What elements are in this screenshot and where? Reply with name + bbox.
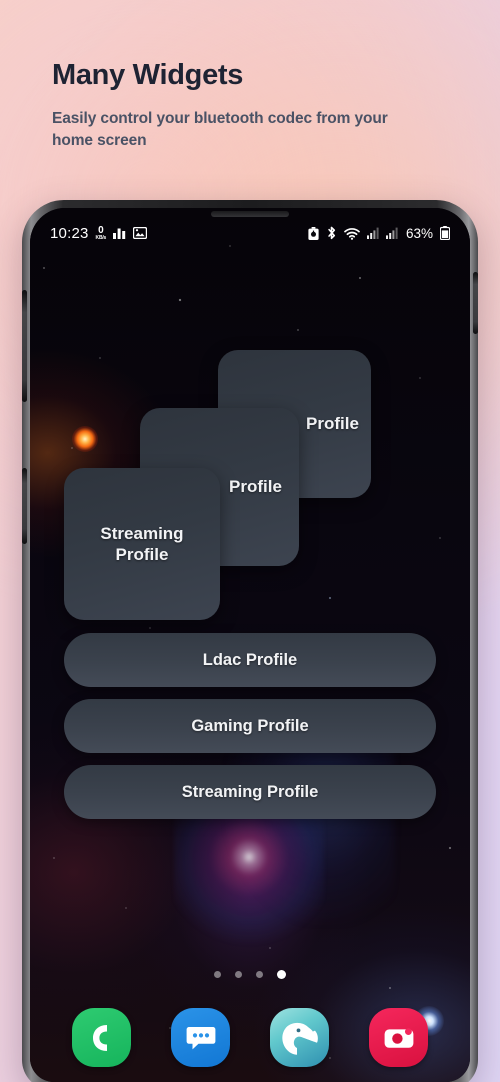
status-bar-left: 10:23 0 KB/s (50, 224, 148, 242)
camera-app-icon[interactable] (369, 1008, 428, 1067)
profile-button-label: Ldac Profile (202, 650, 298, 669)
page-dot-2[interactable] (235, 971, 242, 978)
network-speed-unit: KB/s (95, 234, 107, 241)
page-indicator (30, 970, 470, 979)
kiwi-bird-icon (281, 1022, 318, 1055)
earpiece-speaker (211, 211, 289, 217)
power-button[interactable] (473, 272, 478, 334)
phone-mockup: 10:23 0 KB/s 63% Profile Profile Streami… (22, 200, 478, 1082)
widget-card-label: Profile (229, 477, 282, 497)
assistant-button[interactable] (22, 468, 27, 544)
status-bar-right: 63% (308, 226, 450, 241)
profile-button-label: Streaming Profile (181, 782, 319, 801)
network-speed-icon: 0 KB/s (95, 224, 107, 241)
network-speed-value: 0 (98, 224, 104, 236)
wifi-icon (344, 227, 360, 240)
widget-card-label: Streaming Profile (100, 523, 184, 564)
battery-icon (440, 226, 450, 240)
page-title: Many Widgets (52, 59, 244, 91)
widget-card-stack: Profile Profile Streaming Profile (30, 336, 470, 620)
widget-card-streaming[interactable]: Streaming Profile (64, 468, 220, 620)
status-bar: 10:23 0 KB/s 63% (30, 220, 470, 246)
profile-button-streaming[interactable]: Streaming Profile (64, 765, 436, 819)
messages-app-icon[interactable] (171, 1008, 230, 1067)
handset-icon (92, 1024, 107, 1051)
profile-button-ldac[interactable]: Ldac Profile (64, 633, 436, 687)
image-icon (133, 227, 148, 239)
camera-icon (384, 1027, 413, 1048)
bluetooth-icon (326, 226, 337, 240)
speech-bubble-icon (186, 1026, 215, 1049)
kiwi-browser-app-icon[interactable] (270, 1008, 329, 1067)
signal-graph-icon (113, 227, 126, 239)
volume-button[interactable] (22, 290, 27, 402)
profile-button-list: Ldac Profile Gaming Profile Streaming Pr… (30, 633, 470, 819)
page-dot-4-active[interactable] (277, 970, 286, 979)
battery-percent: 63% (405, 225, 433, 241)
app-dock (30, 1008, 470, 1067)
battery-saver-icon (308, 226, 319, 240)
page-subtitle: Easily control your bluetooth codec from… (52, 109, 388, 149)
sim1-signal-icon (366, 227, 379, 239)
status-clock: 10:23 (50, 224, 89, 242)
page-dot-3[interactable] (256, 971, 263, 978)
page-dot-1[interactable] (214, 971, 221, 978)
phone-screen: 10:23 0 KB/s 63% Profile Profile Streami… (30, 208, 470, 1082)
widget-card-label: Profile (306, 414, 359, 434)
profile-button-gaming[interactable]: Gaming Profile (64, 699, 436, 753)
profile-button-label: Gaming Profile (191, 716, 309, 735)
sim2-signal-icon (385, 227, 398, 239)
phone-app-icon[interactable] (72, 1008, 131, 1067)
promo-header: Many Widgets Easily control your bluetoo… (52, 59, 452, 152)
